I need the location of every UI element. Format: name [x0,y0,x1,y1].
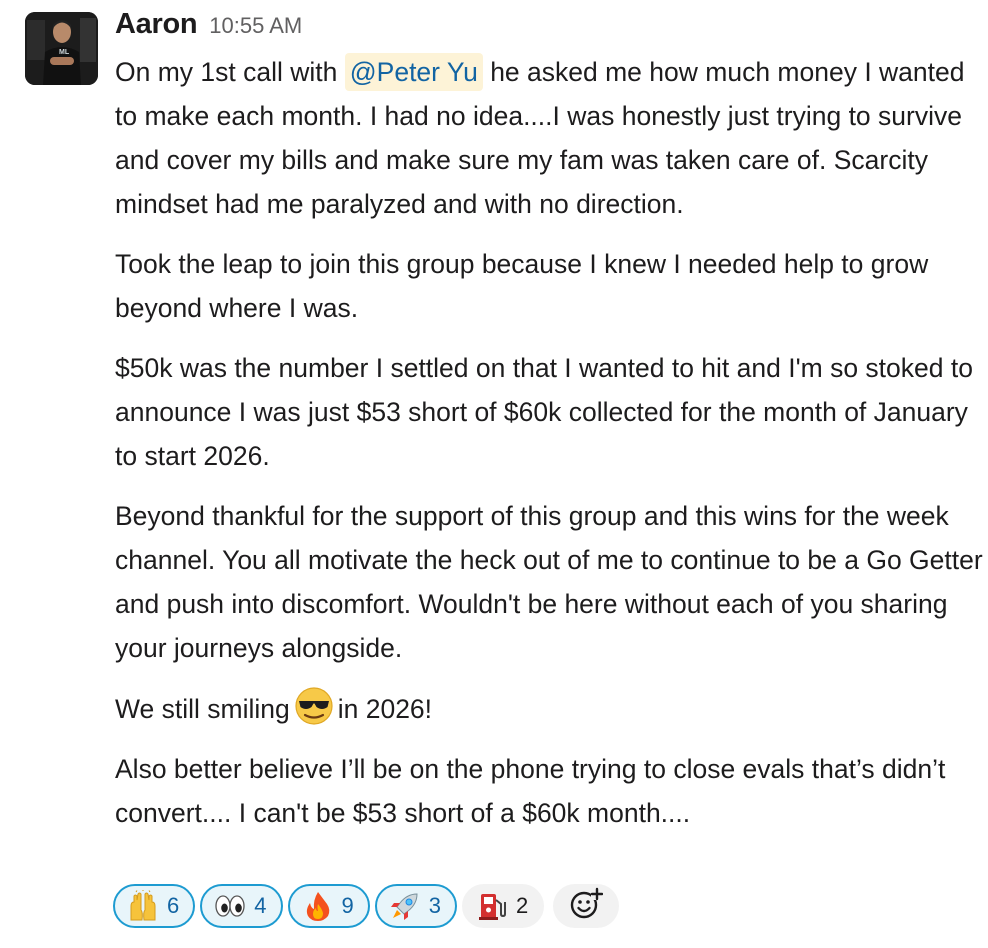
reaction-eyes[interactable]: 4 [200,884,283,928]
message-header: Aaron 10:55 AM [115,8,302,48]
add-reaction-button[interactable] [553,884,620,928]
reaction-fire[interactable]: 9 [287,884,370,928]
sunglasses-emoji-icon [294,686,334,726]
reaction-count: 2 [516,893,529,918]
reaction-count: 4 [254,893,267,918]
message-paragraph: Beyond thankful for the support of this … [115,501,983,663]
reaction-count: 9 [341,893,354,918]
message-text: in 2026! [337,694,433,724]
reaction-raised-hands[interactable]: 6 [113,884,196,928]
reactions-bar: 6 4 9 3 2 [113,884,620,932]
rocket-icon [389,890,421,922]
message-paragraph: On my 1st call with @Peter Yu he asked m… [115,50,988,226]
fuel-pump-icon [476,890,508,922]
message-paragraph: We still smiling in 2026! [115,686,988,731]
message-text: On my 1st call with [115,57,338,87]
user-mention[interactable]: @Peter Yu [344,53,483,91]
message-paragraph: $50k was the number I settled on that I … [115,353,973,471]
timestamp[interactable]: 10:55 AM [209,13,302,38]
add-emoji-icon [569,887,604,926]
message-body: On my 1st call with @Peter Yu he asked m… [115,50,988,835]
message: ML Aaron 10:55 AM On my 1st call with @Pe… [0,0,988,948]
reaction-count: 6 [167,893,180,918]
fire-icon [302,890,334,922]
reaction-fuel-pump[interactable]: 2 [462,884,545,928]
message-paragraph: Took the leap to join this group because… [115,249,929,323]
reaction-count: 3 [428,893,441,918]
message-paragraph: Also better believe I’ll be on the phone… [115,754,946,828]
eyes-icon [214,890,246,922]
avatar[interactable]: ML [25,12,98,85]
sender-name[interactable]: Aaron [115,8,198,40]
reaction-rocket[interactable]: 3 [374,884,457,928]
raised-hands-icon [127,890,159,922]
message-text: We still smiling [115,694,290,724]
svg-text:ML: ML [59,49,70,56]
